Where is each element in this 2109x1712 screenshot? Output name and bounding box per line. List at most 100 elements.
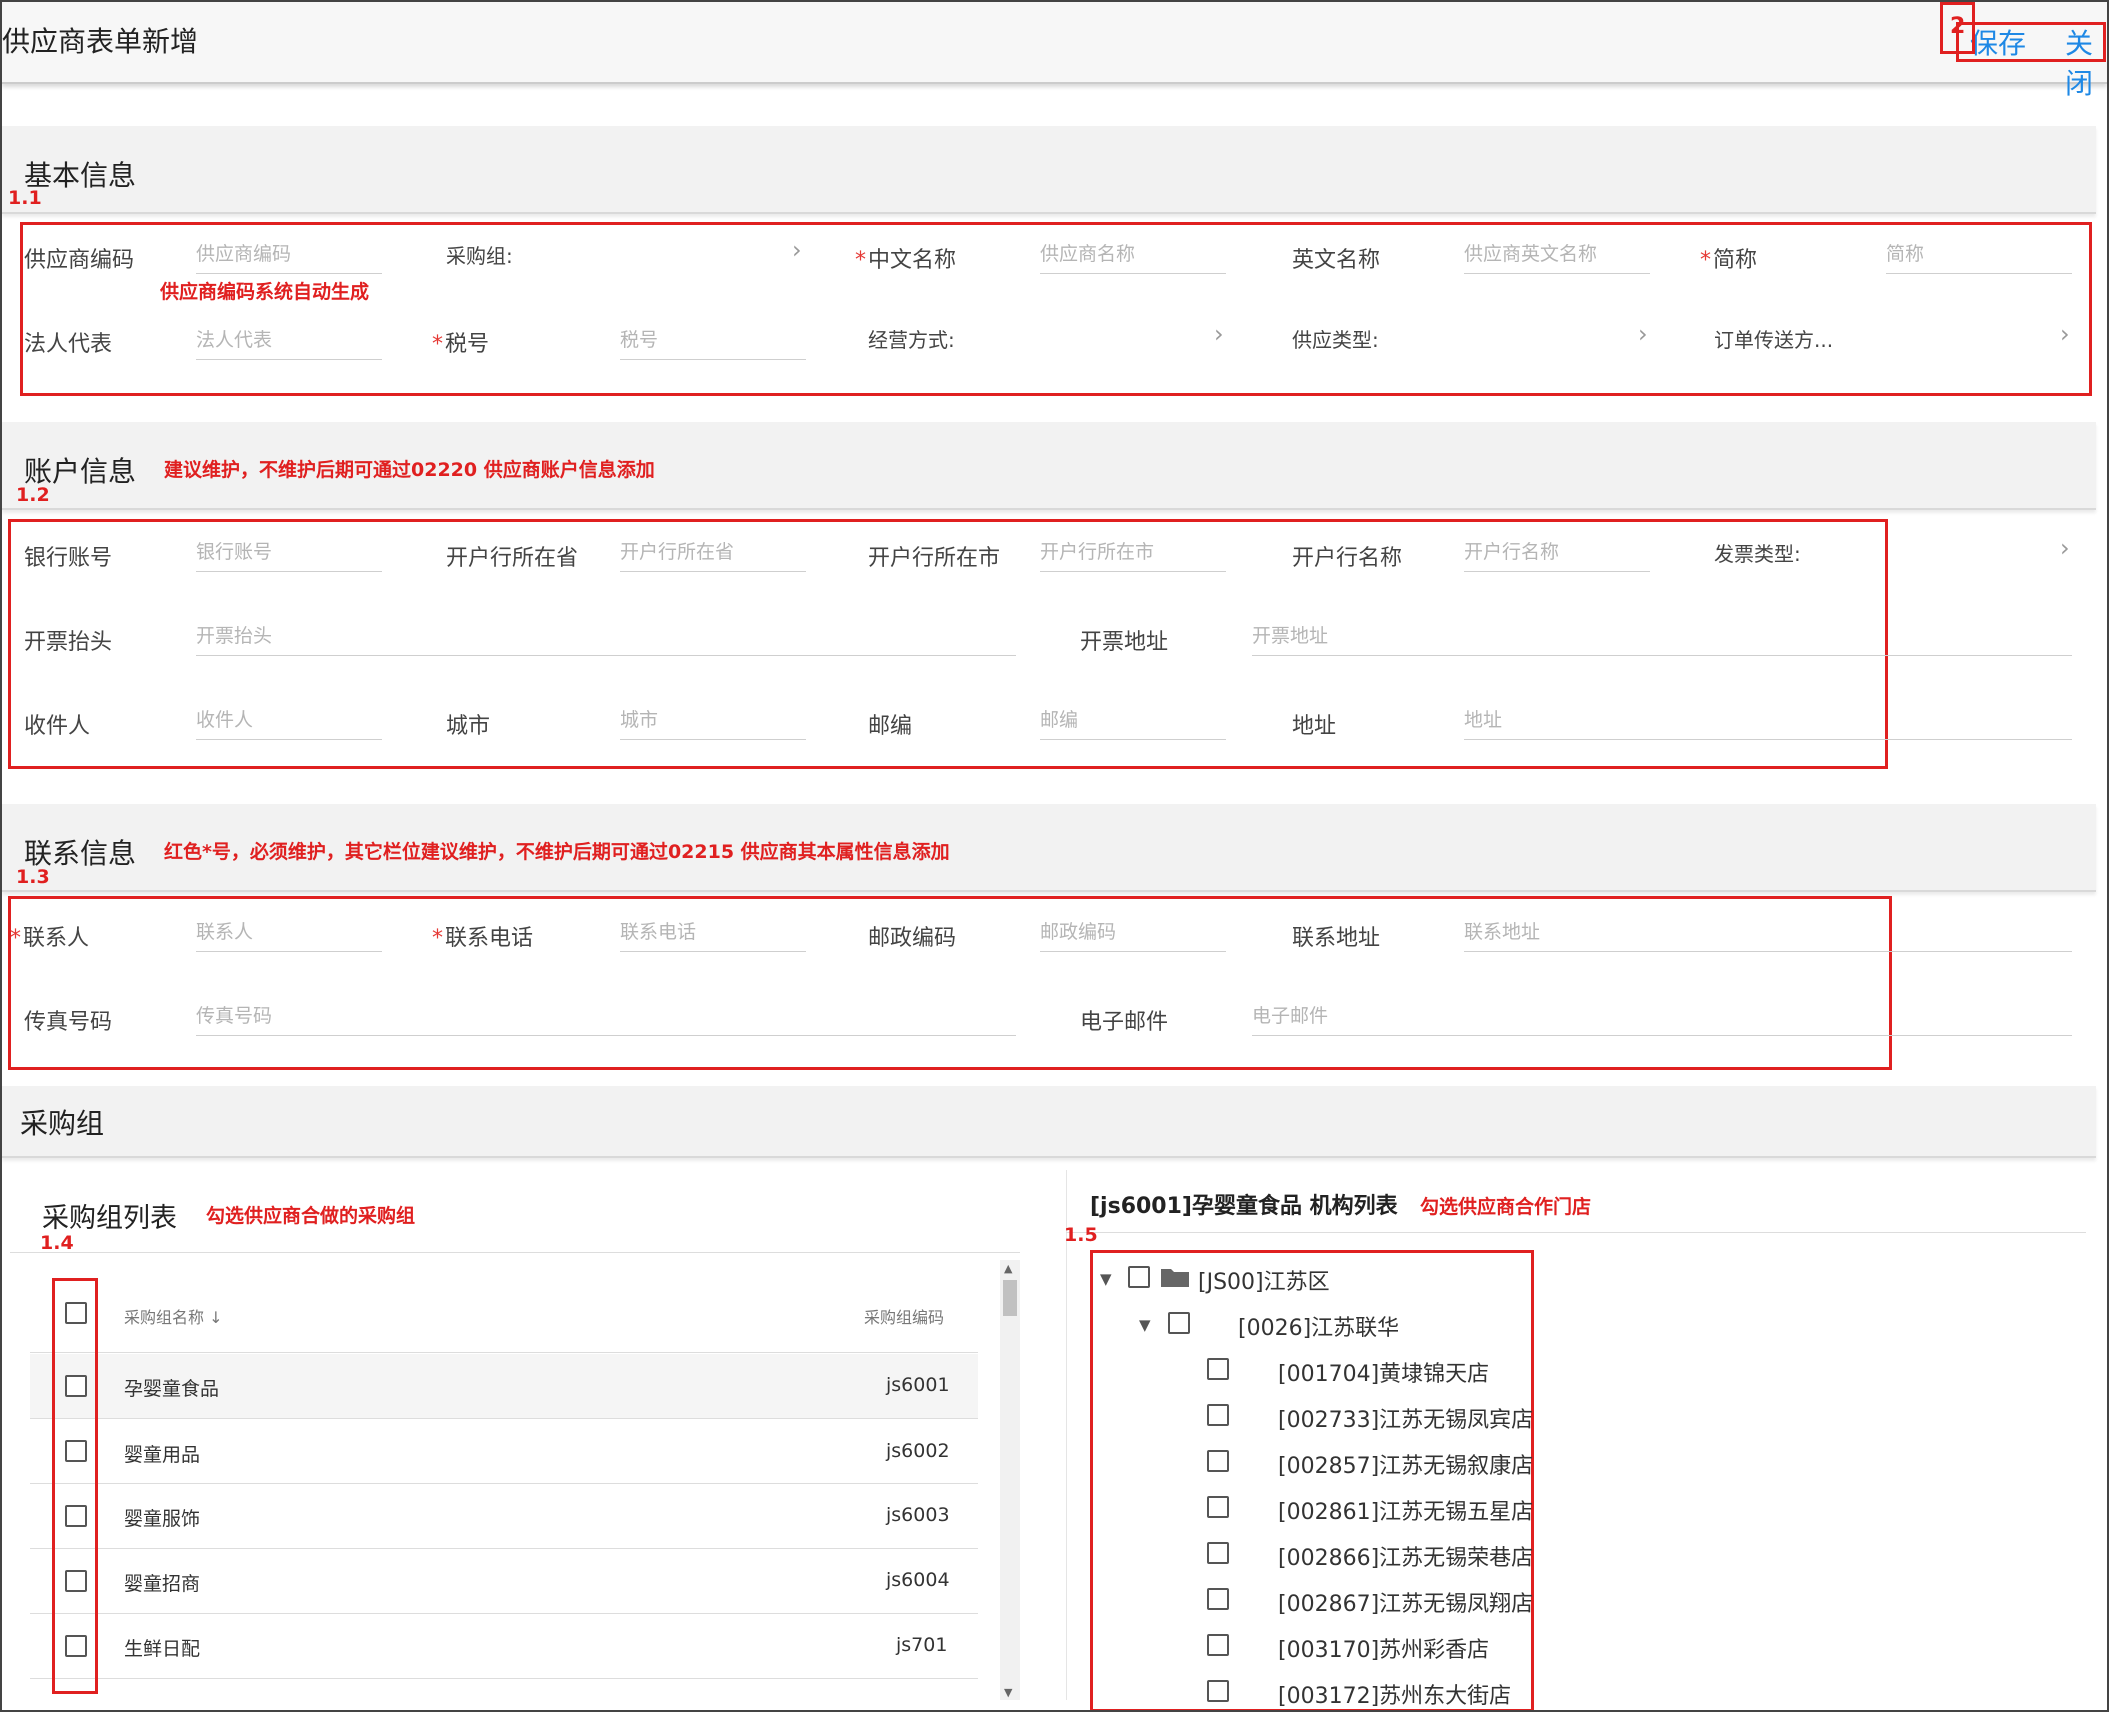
business-mode-chevron-icon[interactable]: ›: [1214, 320, 1224, 348]
postal-code-field[interactable]: [1040, 912, 1226, 952]
fax-label: 传真号码: [24, 1010, 113, 1035]
tree-checkbox-child[interactable]: [1168, 1312, 1190, 1334]
tree-node-store[interactable]: [002857]江苏无锡叙康店: [1278, 1448, 1533, 1480]
tree-checkbox-store[interactable]: [1207, 1404, 1229, 1426]
tree-checkbox-store[interactable]: [1207, 1450, 1229, 1472]
section-header-purchase: [2, 1086, 2096, 1158]
postcode-label: 邮编: [868, 714, 913, 739]
order-send-chevron-icon[interactable]: ›: [2060, 320, 2070, 348]
row-name: 婴童服饰: [124, 1508, 201, 1530]
annotation-number-1-3: 1.3: [16, 866, 50, 888]
tree-node-store[interactable]: [002867]江苏无锡凤翔店: [1278, 1586, 1533, 1618]
row-checkbox[interactable]: [65, 1570, 87, 1592]
annotation-number-1-1: 1.1: [8, 187, 42, 209]
row-divider: [30, 1548, 978, 1549]
cn-name-field[interactable]: [1040, 234, 1226, 274]
business-mode-select[interactable]: 经营方式:: [868, 324, 955, 353]
contact-person-field[interactable]: [196, 912, 382, 952]
org-tree-title: [js6001]孕婴童食品 机构列表: [1090, 1194, 1398, 1219]
tree-checkbox-store[interactable]: [1207, 1542, 1229, 1564]
purchase-group-chevron-icon[interactable]: ›: [792, 236, 802, 264]
panel-divider: [1066, 1170, 1067, 1700]
postal-code-label: 邮政编码: [868, 926, 957, 951]
supply-type-chevron-icon[interactable]: ›: [1638, 320, 1648, 348]
supply-type-select[interactable]: 供应类型:: [1292, 324, 1379, 353]
en-name-label: 英文名称: [1292, 248, 1381, 273]
scroll-up-icon[interactable]: ▲: [1004, 1262, 1012, 1275]
tax-no-label: *税号: [432, 332, 490, 357]
close-button[interactable]: 关闭: [2065, 22, 2109, 102]
purchase-group-select[interactable]: 采购组:: [446, 240, 513, 269]
tree-checkbox-store[interactable]: [1207, 1634, 1229, 1656]
annotation-number-1-4: 1.4: [40, 1232, 74, 1254]
cn-name-label: *中文名称: [855, 248, 957, 273]
invoice-type-chevron-icon[interactable]: ›: [2060, 534, 2070, 562]
tree-node-store[interactable]: [002861]江苏无锡五星店: [1278, 1494, 1533, 1526]
tax-no-field[interactable]: [620, 320, 806, 360]
recipient-field[interactable]: [196, 700, 382, 740]
tree-checkbox-store[interactable]: [1207, 1588, 1229, 1610]
row-checkbox[interactable]: [65, 1375, 87, 1397]
tree-checkbox-store[interactable]: [1207, 1496, 1229, 1518]
supplier-code-field[interactable]: [196, 234, 382, 274]
tree-node-root[interactable]: [JS00]江苏区: [1198, 1264, 1330, 1296]
save-button[interactable]: 保存: [1970, 22, 2026, 62]
row-checkbox[interactable]: [65, 1635, 87, 1657]
invoice-title-label: 开票抬头: [24, 630, 113, 655]
contact-address-field[interactable]: [1464, 912, 2072, 952]
purchase-list-title: 采购组列表: [42, 1203, 177, 1234]
tree-checkbox-store[interactable]: [1207, 1680, 1229, 1702]
col-header-name[interactable]: 采购组名称 ↓: [124, 1304, 223, 1328]
invoice-title-field[interactable]: [196, 616, 1016, 656]
tree-node-store[interactable]: [002733]江苏无锡凤宾店: [1278, 1402, 1533, 1434]
invoice-address-field[interactable]: [1252, 616, 2072, 656]
order-send-select[interactable]: 订单传送方...: [1714, 324, 1833, 353]
legal-rep-field[interactable]: [196, 320, 382, 360]
annotation-store-note: 勾选供应商合作门店: [1420, 1196, 1592, 1218]
row-checkbox[interactable]: [65, 1505, 87, 1527]
tree-node-store[interactable]: [003172]苏州东大街店: [1278, 1678, 1511, 1710]
recipient-label: 收件人: [24, 714, 91, 739]
row-name: 生鲜日配: [124, 1638, 201, 1660]
row-code: js6002: [886, 1440, 950, 1462]
expand-triangle-icon[interactable]: ▼: [1139, 1316, 1151, 1334]
en-name-field[interactable]: [1464, 234, 1650, 274]
bank-name-field[interactable]: [1464, 532, 1650, 572]
postcode-field[interactable]: [1040, 700, 1226, 740]
purchase-list-divider: [10, 1252, 1020, 1253]
email-field[interactable]: [1252, 996, 2072, 1036]
bank-city-field[interactable]: [1040, 532, 1226, 572]
contact-phone-field[interactable]: [620, 912, 806, 952]
row-divider: [30, 1678, 978, 1679]
invoice-type-select[interactable]: 发票类型:: [1714, 538, 1801, 567]
bank-name-label: 开户行名称: [1292, 546, 1403, 571]
bank-city-label: 开户行所在市: [868, 546, 1001, 571]
folder-icon: [1161, 1269, 1189, 1287]
address-label: 地址: [1292, 714, 1337, 739]
tree-checkbox-store[interactable]: [1207, 1358, 1229, 1380]
scroll-down-icon[interactable]: ▼: [1004, 1686, 1012, 1699]
tree-node-store[interactable]: [002866]江苏无锡荣巷店: [1278, 1540, 1533, 1572]
select-all-checkbox[interactable]: [65, 1302, 87, 1324]
city-field[interactable]: [620, 700, 806, 740]
sort-arrow-icon[interactable]: ↓: [209, 1308, 222, 1327]
col-header-code[interactable]: 采购组编码: [864, 1304, 944, 1328]
expand-triangle-icon[interactable]: ▼: [1100, 1270, 1112, 1288]
purchase-list-scrollbar[interactable]: [1000, 1260, 1020, 1700]
tree-node-child[interactable]: [0026]江苏联华: [1238, 1310, 1399, 1342]
short-name-label: *简称: [1700, 248, 1758, 273]
bank-account-field[interactable]: [196, 532, 382, 572]
org-tree-divider: [1066, 1232, 2086, 1233]
tree-node-store[interactable]: [003170]苏州彩香店: [1278, 1632, 1489, 1664]
purchase-list-scroll-thumb[interactable]: [1003, 1280, 1017, 1316]
short-name-field[interactable]: [1886, 234, 2072, 274]
annotation-code-auto: 供应商编码系统自动生成: [160, 281, 370, 303]
row-code: js6003: [886, 1504, 950, 1526]
row-checkbox[interactable]: [65, 1440, 87, 1462]
bank-province-field[interactable]: [620, 532, 806, 572]
tree-node-store[interactable]: [001704]黄埭锦天店: [1278, 1356, 1489, 1388]
fax-field[interactable]: [196, 996, 1016, 1036]
tree-checkbox-root[interactable]: [1128, 1266, 1150, 1288]
email-label: 电子邮件: [1080, 1010, 1169, 1035]
address-field[interactable]: [1464, 700, 2072, 740]
